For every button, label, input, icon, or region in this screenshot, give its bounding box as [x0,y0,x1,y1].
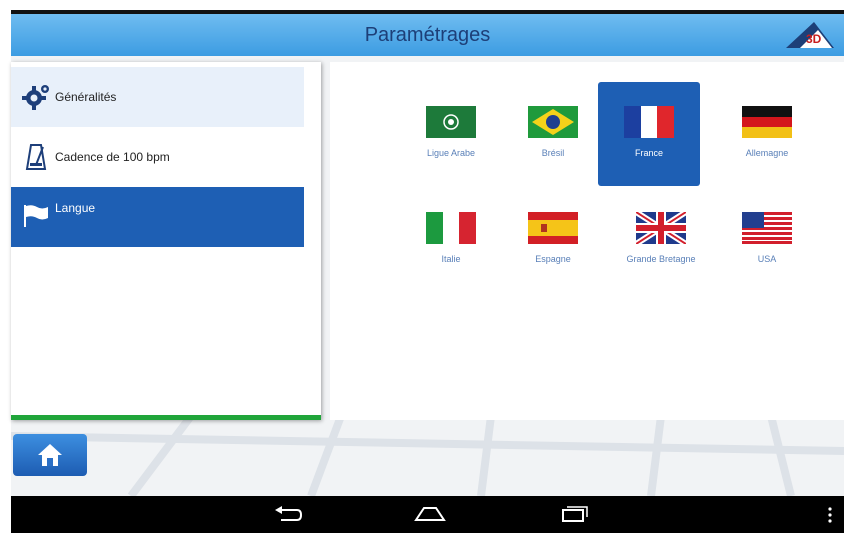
language-label: Italie [441,254,461,264]
progress-accent-bar [11,415,321,420]
language-label: France [634,148,663,158]
settings-menu-panel: Généralités Cadence de 100 bpm Langue [11,62,321,420]
recents-icon[interactable] [559,504,589,524]
language-label: Espagne [535,254,571,264]
language-label: Ligue Arabe [426,148,476,158]
france-flag-icon [624,106,674,138]
germany-flag-icon [742,106,792,138]
menu-item-label: Langue [55,201,96,215]
gear-icon [19,82,53,112]
spain-flag-icon [528,212,578,244]
menu-item-label: Généralités [55,90,117,104]
menu-item-langue[interactable]: Langue [11,187,304,247]
header-bar: Paramétrages 3D [11,14,844,56]
language-option-italie[interactable]: Italie [400,188,502,292]
home-icon [38,444,62,466]
page-title: Paramétrages [364,24,491,46]
language-label: USA [757,254,777,264]
overflow-icon[interactable] [827,506,833,524]
language-grid: Ligue Arabe Brésil France Allemagne Ital… [330,62,844,420]
language-option-bresil[interactable]: Brésil [502,82,604,186]
arab-league-flag-icon [426,106,476,138]
brazil-flag-icon [528,106,578,138]
language-option-grande-bretagne[interactable]: Grande Bretagne [610,188,712,292]
flag-icon [19,201,53,231]
uk-flag-icon [636,212,686,244]
language-label: Brésil [541,148,565,158]
language-label: Grande Bretagne [626,254,696,264]
metronome-icon [19,142,53,172]
language-option-france[interactable]: France [598,82,700,186]
menu-item-cadence[interactable]: Cadence de 100 bpm [11,127,304,187]
language-label: Allemagne [745,148,789,158]
language-option-allemagne[interactable]: Allemagne [716,82,818,186]
back-icon[interactable] [273,504,303,524]
menu-item-generalites[interactable]: Généralités [11,67,304,127]
language-option-ligue-arabe[interactable]: Ligue Arabe [400,82,502,186]
language-option-espagne[interactable]: Espagne [502,188,604,292]
menu-item-label: Cadence de 100 bpm [55,150,170,164]
language-option-usa[interactable]: USA [716,188,818,292]
usa-flag-icon [742,212,792,244]
home-nav-icon[interactable] [413,504,447,524]
app-logo-icon: 3D [786,22,834,48]
italy-flag-icon [426,212,476,244]
home-button[interactable] [13,434,87,476]
screen: Paramétrages 3D Généralités Cadence de 1… [0,0,862,533]
svg-text:3D: 3D [806,32,822,46]
android-nav-bar [11,496,844,533]
